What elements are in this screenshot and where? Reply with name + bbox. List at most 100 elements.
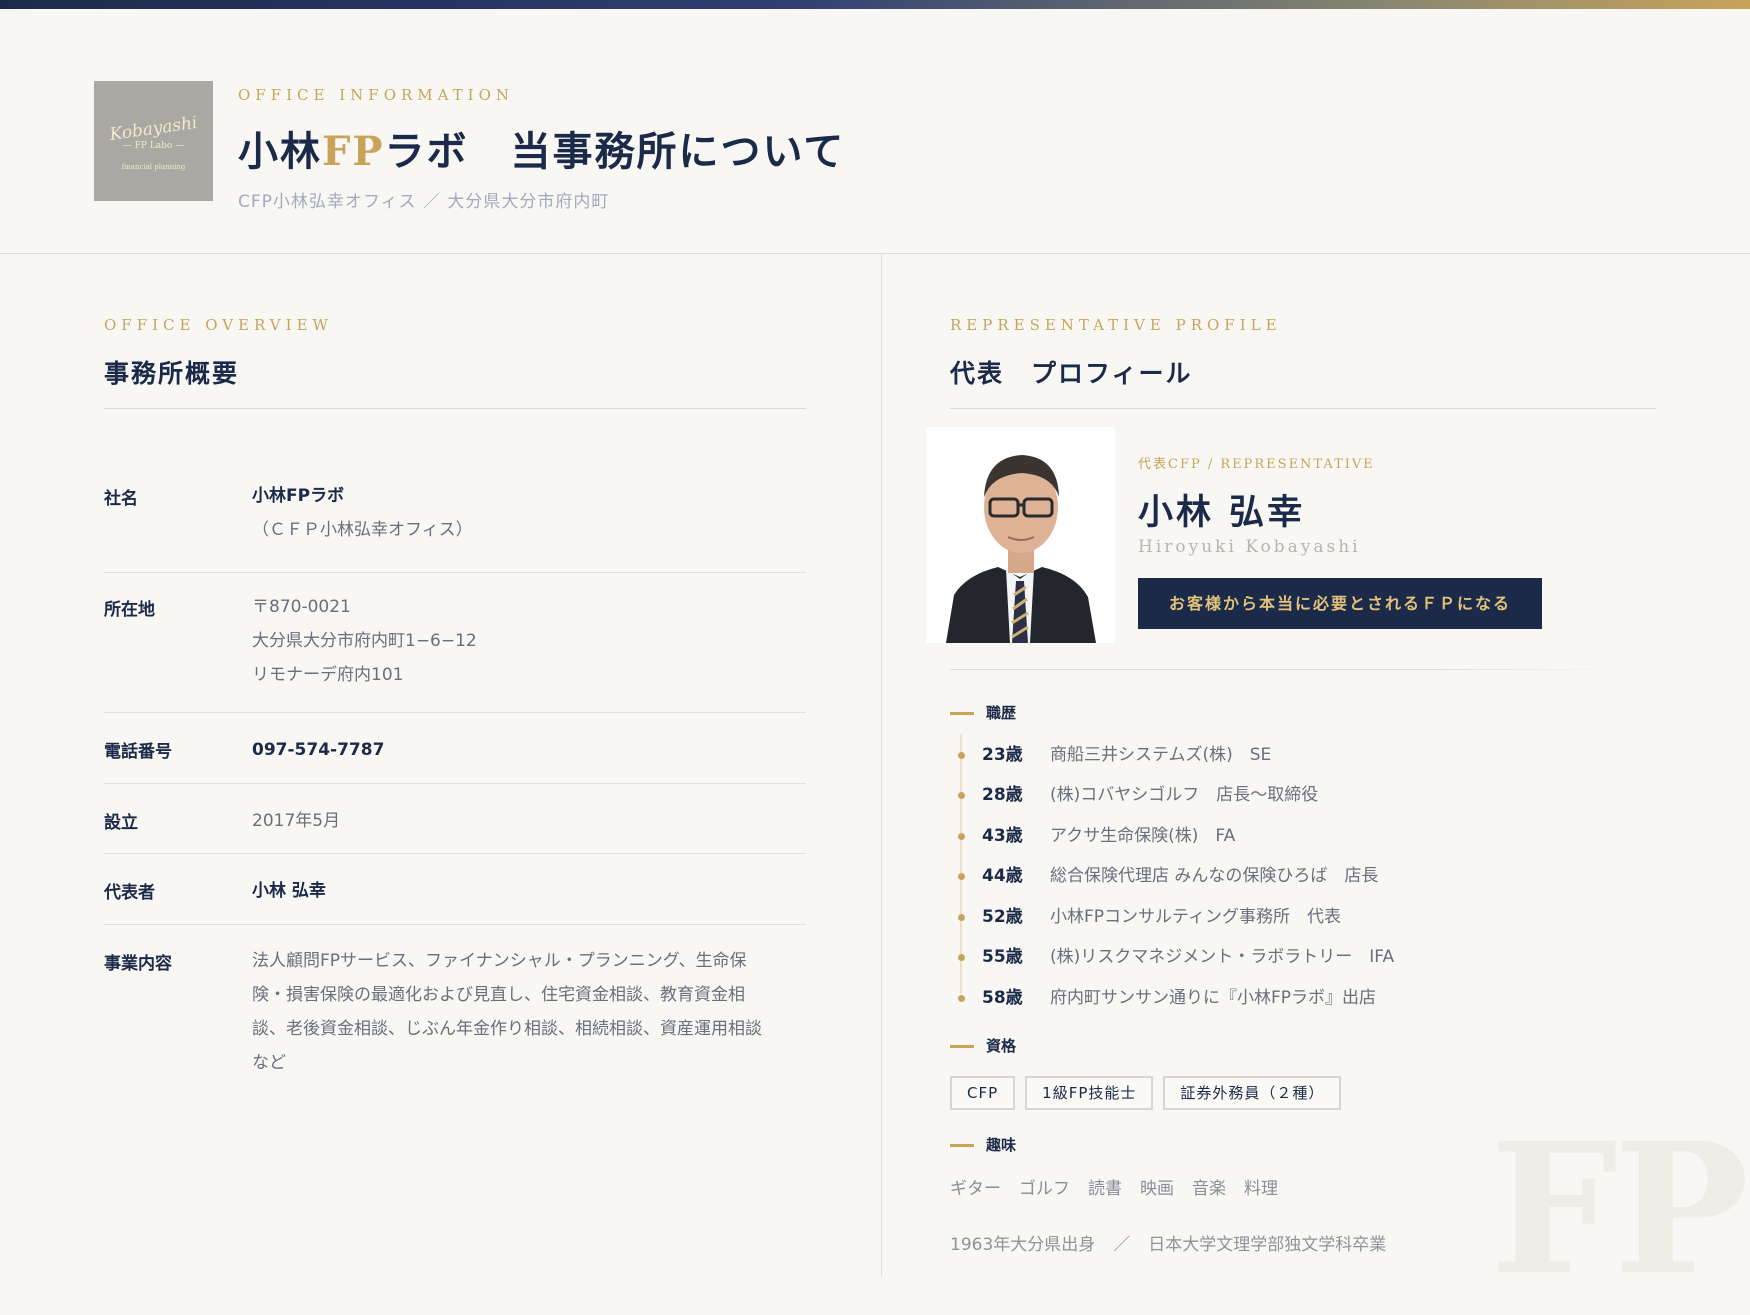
profile-motto-banner: お客様から本当に必要とされるＦＰになる	[1138, 578, 1542, 629]
career-age: 28歳	[982, 785, 1023, 805]
timeline-dot-icon	[958, 833, 965, 840]
address-building: リモナーデ府内101	[252, 665, 404, 685]
address-street: 大分県大分市府内町1−6−12	[252, 631, 477, 651]
hobby-list: ギター ゴルフ 読書 映画 音楽 料理	[950, 1174, 1296, 1199]
career-age: 52歳	[982, 907, 1023, 927]
office-logo: Kobayashi — FP Labo — financial planning	[94, 81, 213, 201]
row-value: 法人顧問FPサービス、ファイナンシャル・プランニング、生命保 険・損害保険の最適…	[252, 944, 762, 1080]
profile-role: 代表CFP / REPRESENTATIVE	[1138, 457, 1375, 472]
heading-dash-icon	[950, 1144, 974, 1147]
hobby-item: 料理	[1244, 1179, 1278, 1199]
timeline-dot-icon	[958, 914, 965, 921]
row-label: 社名	[104, 489, 138, 509]
row-value: 小林FPラボ （ＣＦＰ小林弘幸オフィス）	[252, 479, 473, 547]
qualification-tag: CFP	[950, 1076, 1016, 1110]
hobbies-heading-text: 趣味	[986, 1136, 1017, 1154]
overview-eyebrow: OFFICE OVERVIEW	[104, 316, 333, 334]
phone-number[interactable]: 097-574-7787	[252, 733, 384, 767]
portrait-photo	[926, 427, 1115, 643]
title-part1: 小林	[238, 128, 322, 175]
qualifications-heading: 資格	[950, 1035, 1016, 1056]
qualifications-heading-text: 資格	[986, 1037, 1017, 1055]
career-desc: アクサ生命保険(株) FA	[1050, 826, 1236, 846]
overview-row-company: 社名 小林FPラボ （ＣＦＰ小林弘幸オフィス）	[104, 468, 806, 572]
career-heading-text: 職歴	[986, 704, 1017, 722]
overview-row-address: 所在地 〒870-0021 大分県大分市府内町1−6−12 リモナーデ府内101	[104, 572, 806, 713]
overview-title: 事務所概要	[104, 359, 240, 388]
birthplace: 1963年大分県出身	[950, 1235, 1096, 1255]
row-label: 所在地	[104, 600, 155, 620]
overview-row-business: 事業内容 法人顧問FPサービス、ファイナンシャル・プランニング、生命保 険・損害…	[104, 924, 806, 1095]
row-label: 電話番号	[104, 742, 172, 762]
career-desc: (株)リスクマネジメント・ラボラトリー IFA	[1050, 947, 1395, 967]
page-subtitle: CFP小林弘幸オフィス ／ 大分県大分市府内町	[238, 192, 610, 212]
page-header: Kobayashi — FP Labo — financial planning…	[0, 9, 1750, 254]
timeline-dot-icon	[958, 752, 965, 759]
company-name: 小林FPラボ	[252, 486, 345, 506]
page-title: 小林FPラボ 当事務所について	[238, 119, 845, 177]
row-value: 小林 弘幸	[252, 874, 326, 908]
profile-eyebrow: REPRESENTATIVE PROFILE	[950, 316, 1282, 334]
timeline-dot-icon	[958, 873, 965, 880]
qualification-tags: CFP 1級FP技能士 証券外務員（２種）	[950, 1076, 1351, 1110]
profile-rule	[950, 408, 1656, 409]
business-line: 険・損害保険の最適化および見直し、住宅資金相談、教育資金相	[252, 985, 745, 1005]
career-age: 58歳	[982, 988, 1023, 1008]
education: 日本大学文理学部独文学科卒業	[1148, 1235, 1387, 1255]
profile-origin: 1963年大分県出身 ／ 日本大学文理学部独文学科卒業	[950, 1230, 1386, 1255]
company-sub-name: （ＣＦＰ小林弘幸オフィス）	[252, 520, 473, 540]
overview-row-phone: 電話番号 097-574-7787	[104, 712, 806, 784]
header-eyebrow: OFFICE INFORMATION	[238, 86, 515, 104]
career-age: 44歳	[982, 866, 1023, 886]
career-age: 55歳	[982, 947, 1023, 967]
timeline-dot-icon	[958, 954, 965, 961]
top-accent-bar	[0, 0, 1750, 9]
heading-dash-icon	[950, 712, 974, 715]
row-value: 〒870-0021 大分県大分市府内町1−6−12 リモナーデ府内101	[252, 590, 477, 692]
row-label: 代表者	[104, 883, 155, 903]
column-divider	[881, 254, 882, 1276]
profile-name: 小林 弘幸	[1138, 492, 1306, 533]
profile-name-roman: Hiroyuki Kobayashi	[1138, 537, 1361, 557]
hobby-item: 映画	[1140, 1179, 1174, 1199]
fp-watermark: FP	[1490, 1104, 1749, 1315]
career-desc: 府内町サンサン通りに『小林FPラボ』出店	[1050, 988, 1377, 1008]
hobby-item: 音楽	[1192, 1179, 1226, 1199]
qualification-tag: 1級FP技能士	[1025, 1076, 1154, 1110]
title-gold: FP	[322, 128, 385, 175]
address-postal: 〒870-0021	[252, 597, 351, 617]
business-line: 談、老後資金相談、じぶん年金作り相談、相続相談、資産運用相談	[252, 1019, 762, 1039]
business-line: など	[252, 1053, 286, 1073]
overview-row-founded: 設立 2017年5月	[104, 783, 806, 854]
logo-tagline: financial planning	[121, 163, 186, 171]
heading-dash-icon	[950, 1045, 974, 1048]
representative-name: 小林 弘幸	[252, 881, 326, 901]
origin-separator: ／	[1113, 1235, 1131, 1255]
career-heading: 職歴	[950, 702, 1016, 723]
row-value: 2017年5月	[252, 804, 340, 838]
portrait-illustration	[926, 427, 1115, 643]
career-age: 43歳	[982, 826, 1023, 846]
hobby-item: ギター	[950, 1179, 1001, 1199]
qualification-tag: 証券外務員（２種）	[1163, 1076, 1342, 1110]
career-desc: 総合保険代理店 みんなの保険ひろば 店長	[1050, 866, 1379, 886]
timeline-dot-icon	[958, 995, 965, 1002]
row-label: 事業内容	[104, 954, 172, 974]
career-age: 23歳	[982, 745, 1023, 765]
founded-date: 2017年5月	[252, 811, 341, 831]
profile-divider	[950, 669, 1626, 670]
hobbies-heading: 趣味	[950, 1134, 1016, 1155]
row-value[interactable]: 097-574-7787	[252, 733, 384, 767]
overview-row-representative: 代表者 小林 弘幸	[104, 853, 806, 925]
hobby-item: ゴルフ	[1019, 1179, 1070, 1199]
timeline-dot-icon	[958, 792, 965, 799]
overview-rule	[104, 408, 806, 409]
career-desc: 商船三井システムズ(株) SE	[1050, 745, 1272, 765]
hobby-item: 読書	[1088, 1179, 1122, 1199]
row-label: 設立	[104, 813, 138, 833]
title-part2: ラボ 当事務所について	[384, 128, 846, 175]
profile-title: 代表 プロフィール	[950, 359, 1193, 388]
career-desc: (株)コバヤシゴルフ 店長〜取締役	[1050, 785, 1319, 805]
career-desc: 小林FPコンサルティング事務所 代表	[1050, 907, 1342, 927]
business-line: 法人顧問FPサービス、ファイナンシャル・プランニング、生命保	[252, 951, 747, 971]
